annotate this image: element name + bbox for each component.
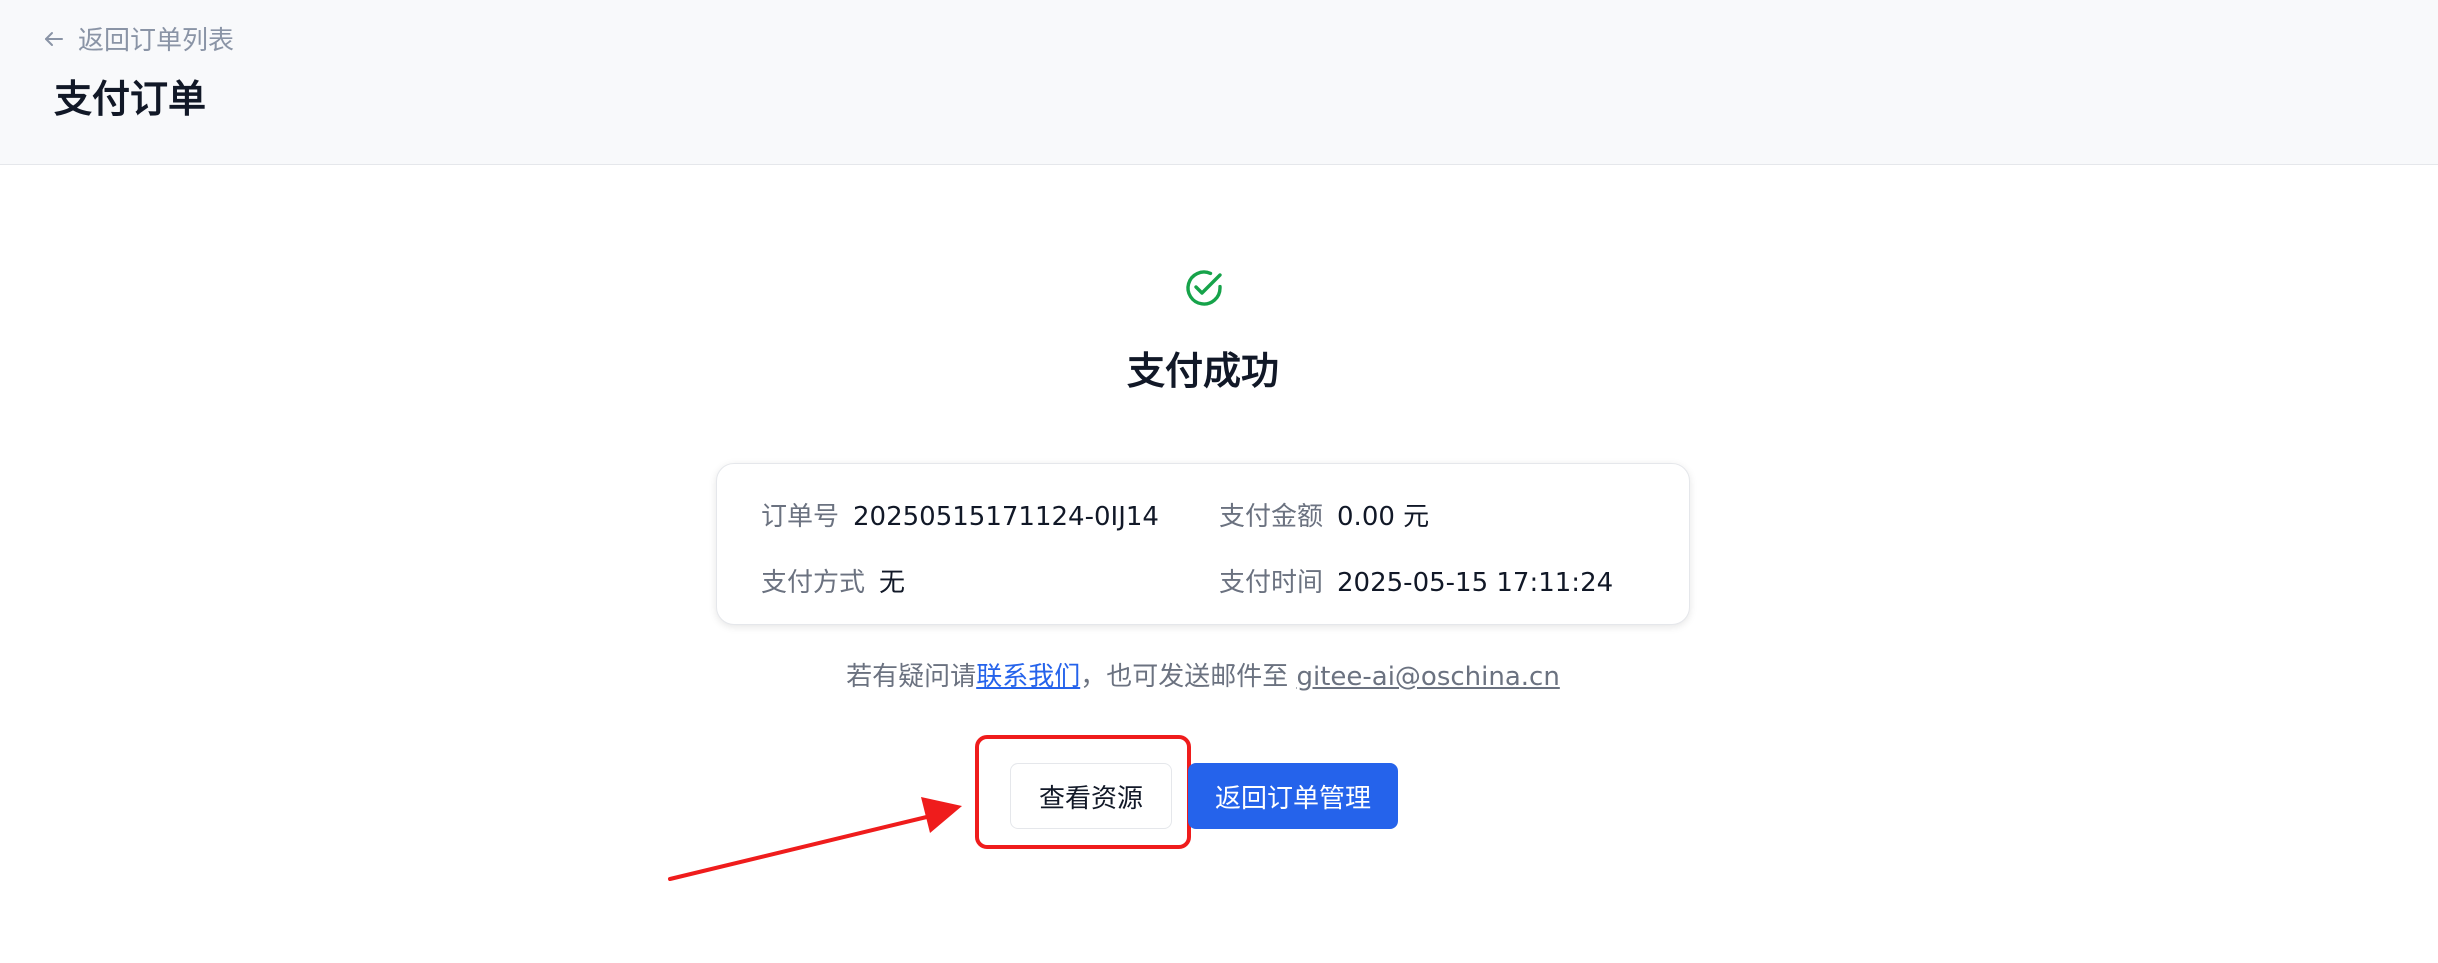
order-number-label: 订单号 — [761, 502, 840, 532]
back-link-label: 返回订单列表 — [78, 26, 235, 56]
order-number-value: 20250515171124-0IJ14 — [853, 502, 1159, 532]
payment-order-page: 返回订单列表 支付订单 支付成功 订单号 20250515171124-0IJ14… — [0, 0, 2438, 963]
order-info-card: 订单号 20250515171124-0IJ14 支付金额 0.00 元 支付方式无… — [716, 463, 1690, 625]
page-title: 支付订单 — [54, 77, 207, 121]
help-middle: ，也可发送邮件至 — [1080, 662, 1297, 692]
arrow-left-icon — [45, 31, 63, 46]
success-title: 支付成功 — [1126, 349, 1279, 393]
order-number-row: 订单号 20250515171124-0IJ14 — [761, 496, 1159, 533]
help-text: 若有疑问请联系我们，也可发送邮件至 gitee-ai@oschina.cn — [0, 656, 2406, 693]
payment-amount-row: 支付金额 0.00 元 — [1219, 496, 1429, 533]
view-resources-button[interactable]: 查看资源 — [1010, 763, 1172, 829]
support-email-link[interactable]: gitee-ai@oschina.cn — [1296, 662, 1559, 692]
payment-method-row: 支付方式无 — [761, 562, 905, 599]
back-to-order-list-link[interactable]: 返回订单列表 — [42, 20, 234, 57]
payment-amount-value: 0.00 元 — [1337, 502, 1430, 532]
check-circle-icon — [1186, 270, 1222, 306]
help-prefix: 若有疑问请 — [846, 662, 977, 692]
payment-time-value: 2025-05-15 17:11:24 — [1337, 568, 1614, 598]
payment-amount-label: 支付金额 — [1219, 502, 1324, 532]
payment-method-value: 无 — [879, 568, 906, 598]
payment-time-label: 支付时间 — [1219, 568, 1324, 598]
payment-method-label: 支付方式 — [761, 568, 866, 598]
page-header: 返回订单列表 支付订单 — [0, 0, 2438, 165]
contact-us-link[interactable]: 联系我们 — [976, 662, 1080, 692]
back-to-order-management-button[interactable]: 返回订单管理 — [1188, 763, 1398, 829]
payment-time-row: 支付时间 2025-05-15 17:11:24 — [1219, 562, 1613, 599]
